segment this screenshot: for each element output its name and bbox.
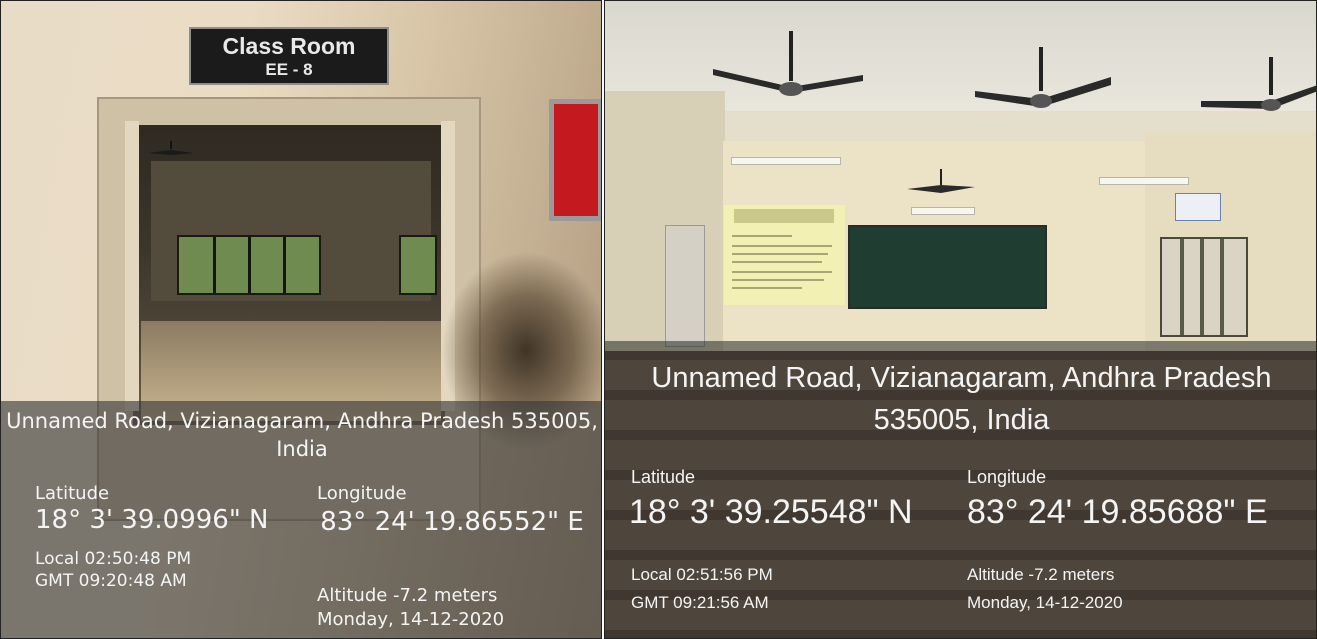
wall-poster bbox=[1175, 193, 1221, 221]
inner-window-right bbox=[399, 235, 437, 295]
local-time: Local 02:51:56 PM bbox=[631, 565, 773, 584]
ceiling-fan-icon bbox=[975, 47, 1111, 108]
inner-window bbox=[177, 235, 321, 295]
date: Monday, 14-12-2020 bbox=[967, 593, 1123, 612]
tube-light bbox=[1099, 177, 1189, 185]
latitude-label: Latitude bbox=[631, 467, 696, 487]
window bbox=[1160, 237, 1248, 337]
red-notice-board bbox=[549, 99, 601, 221]
ceiling-fan-icon bbox=[1201, 57, 1316, 111]
address: Unnamed Road, Vizianagaram, Andhra Prade… bbox=[651, 362, 1272, 436]
latitude-label: Latitude bbox=[35, 483, 110, 504]
address: Unnamed Road, Vizianagaram, Andhra Prade… bbox=[6, 409, 598, 461]
latitude-value: 18° 3' 39.25548" N bbox=[629, 493, 913, 531]
ceiling-fan-icon bbox=[713, 31, 863, 96]
sign-line1: Class Room bbox=[222, 33, 356, 59]
altitude: Altitude -7.2 meters bbox=[317, 585, 498, 606]
latitude-value: 18° 3' 39.0996" N bbox=[35, 505, 269, 535]
ceiling-fan-icon bbox=[148, 141, 194, 155]
date: Monday, 14-12-2020 bbox=[317, 609, 505, 630]
longitude-value: 83° 24' 19.85688" E bbox=[967, 493, 1268, 531]
tube-light bbox=[911, 207, 975, 215]
longitude-label: Longitude bbox=[317, 483, 407, 504]
ceiling-fan-icon bbox=[907, 169, 975, 193]
door-post-left bbox=[125, 121, 139, 411]
cupboard bbox=[665, 225, 705, 347]
altitude: Altitude -7.2 meters bbox=[967, 565, 1115, 584]
local-time: Local 02:50:48 PM bbox=[35, 549, 192, 569]
classroom-door-photo: Class Room EE - 8 Unnamed Road, Vizianag… bbox=[0, 0, 602, 639]
tube-light bbox=[731, 157, 841, 165]
classroom-sign: Class Room EE - 8 bbox=[189, 27, 389, 85]
longitude-label: Longitude bbox=[967, 467, 1047, 487]
classroom-interior-photo: Unnamed Road, Vizianagaram, Andhra Prade… bbox=[604, 0, 1317, 639]
sign-line2: EE - 8 bbox=[265, 60, 313, 79]
gmt-time: GMT 09:20:48 AM bbox=[35, 571, 187, 591]
projected-slide bbox=[724, 205, 845, 305]
chalkboard bbox=[848, 225, 1047, 309]
longitude-value: 83° 24' 19.86552" E bbox=[320, 507, 584, 537]
gmt-time: GMT 09:21:56 AM bbox=[631, 593, 769, 612]
